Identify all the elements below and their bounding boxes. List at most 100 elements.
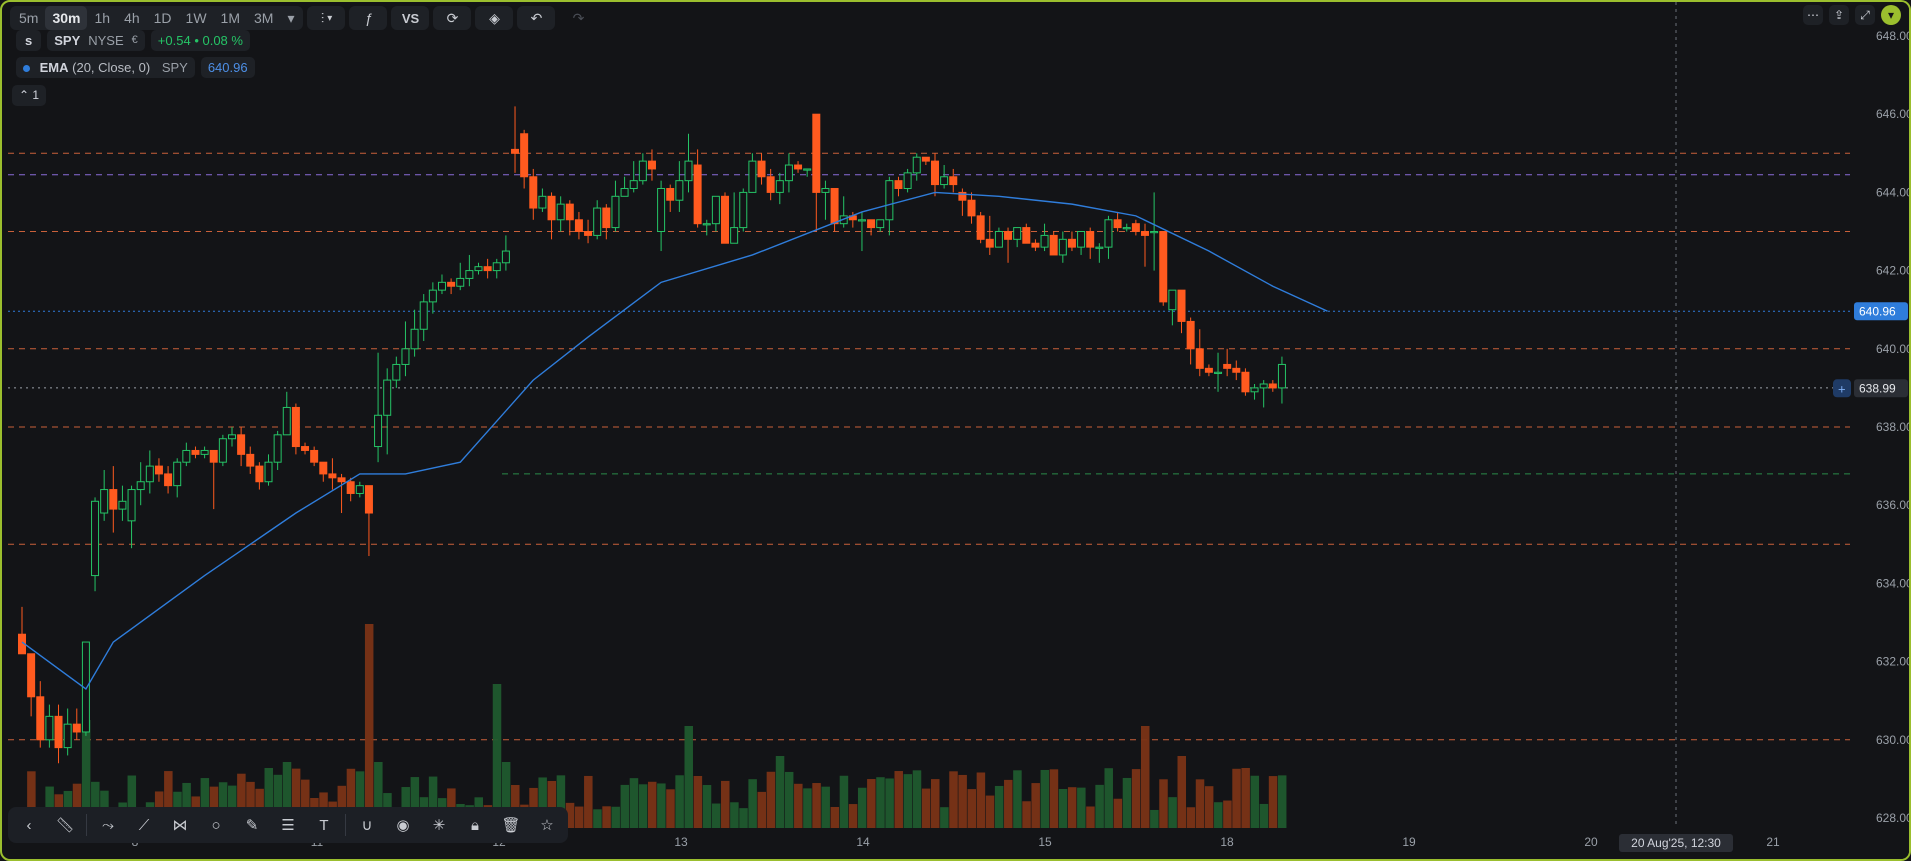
volume-bar [1131,769,1141,828]
timeframe-1D[interactable]: 1D [147,6,179,30]
candle-body [1077,231,1086,248]
trash-icon: 🗑︎ [501,817,521,834]
candle-body [748,160,757,193]
candle-body [1049,234,1058,256]
candle-body [620,187,629,197]
volume-bar [1204,786,1214,828]
candle-body [182,449,191,463]
volume-bar [994,785,1004,828]
visibility-tool[interactable]: ◉ [386,810,420,840]
timeframe-3M[interactable]: 3M [247,6,280,30]
shape-tool[interactable]: ○ [199,810,233,840]
text-tool[interactable]: T [307,810,341,840]
candle-body [1232,367,1241,373]
price-label: 636.00 [1876,498,1911,512]
indicator-legend[interactable]: EMA (20, Close, 0) SPY 640.96 [16,57,255,78]
volume-bar [711,803,721,828]
volume-bar [638,784,648,828]
layers-icon: ◈ [489,9,500,26]
magnet-icon: ∪ [361,817,373,834]
pattern-tool[interactable]: ⋈ [163,810,197,840]
price-label: 642.00 [1876,264,1911,278]
volume-bar [867,779,876,828]
fib-tool[interactable]: ☰ [271,810,305,840]
candle-body [684,160,693,182]
more-button[interactable]: ⋯ [1803,5,1823,25]
volume-bar [940,807,949,828]
candle-body [291,406,300,448]
trendline-tool[interactable]: ⟋ [127,810,161,840]
favorites-tool[interactable]: ☆ [530,810,564,840]
brush-tool[interactable]: ✎ [235,810,269,840]
candle-body [1113,219,1122,229]
candle-body [711,195,720,225]
volume-bar [1067,787,1077,828]
candle-body [136,481,145,491]
ruler-tool[interactable]: 📏︎ [48,810,82,840]
share-button[interactable]: ⇪ [1829,5,1849,25]
collapse-legend[interactable]: ⌃ 1 [12,85,47,106]
lock-tool[interactable]: 🔒︎ [458,810,492,840]
candle-body [374,414,383,448]
timeframe-dropdown[interactable]: ▾ [280,6,301,30]
candle-body [693,164,702,225]
candle-body [328,473,337,479]
alert-button[interactable]: ⟳ [433,6,472,30]
volume-bar [1232,768,1241,828]
collapse-toolbar-button[interactable]: ‹ [12,810,46,840]
volume-bar [1268,776,1278,828]
volume-bar [1159,779,1168,828]
timeframe-5m[interactable]: 5m [12,6,45,30]
info-icon: € [131,34,138,46]
candle-body [282,406,291,436]
candle-body [364,485,373,514]
candle-body [739,191,748,229]
redo-button[interactable]: ↷ [559,6,597,30]
volume-bar [647,781,657,828]
candle-body [830,187,839,225]
hide-drawings-tool[interactable]: ✳ [422,810,456,840]
volume-bar [702,785,712,828]
candle-body [1159,231,1168,303]
compare-button[interactable]: VS [391,6,430,30]
candle-body [547,195,556,221]
price-chart[interactable]: 648.00 646.00 644.00 642.00 640.00 638.00 636.… [2,2,1911,861]
candle-body [1177,289,1186,322]
indicator-params: (20, Close, 0) [72,60,151,75]
delete-tool[interactable]: 🗑︎ [494,810,528,840]
status-button[interactable]: ▾ [1881,5,1901,25]
collapse-button[interactable]: ⌃ 1 [12,85,47,106]
layers-button[interactable]: ◈ [475,6,514,30]
timeframe-1M[interactable]: 1M [214,6,247,30]
magnet-tool[interactable]: ∪ [350,810,384,840]
volume-bar [1004,779,1013,828]
candle-body [1040,234,1049,248]
timeframe-30m[interactable]: 30m [45,6,88,30]
change-value: +0.54 [157,33,191,48]
candle-body [949,176,958,186]
timeframe-1h[interactable]: 1h [87,6,117,30]
volume-bar [1104,768,1113,828]
price-label: 628.00 [1876,811,1911,825]
fullscreen-button[interactable]: ⤢ [1855,5,1875,25]
chart-type-button[interactable]: ⫶ ▾ [307,6,346,30]
symbol-prefix[interactable]: s [16,30,42,51]
symbol-chip[interactable]: SPY NYSE € [47,30,145,51]
candle-body [1131,223,1140,232]
collapse-count: 1 [32,88,40,102]
function-icon: ƒ [364,10,373,26]
candle-body [912,156,921,174]
indicators-button[interactable]: ƒ [349,6,388,30]
timeframe-1W[interactable]: 1W [179,6,214,30]
redo-icon: ↷ [572,9,585,26]
candle-body [501,250,510,264]
timeframe-4h[interactable]: 4h [117,6,147,30]
undo-button[interactable]: ↶ [517,6,556,30]
candle-body [410,328,419,350]
volume-bar [739,808,748,828]
candle-body [1140,231,1149,236]
candle-body [1223,363,1232,369]
symbol-legend: s SPY NYSE € +0.54 • 0.08 % [16,30,250,51]
indicator-chip[interactable]: EMA (20, Close, 0) SPY [16,57,195,78]
cursor-tool[interactable]: ⤳ [91,810,125,840]
